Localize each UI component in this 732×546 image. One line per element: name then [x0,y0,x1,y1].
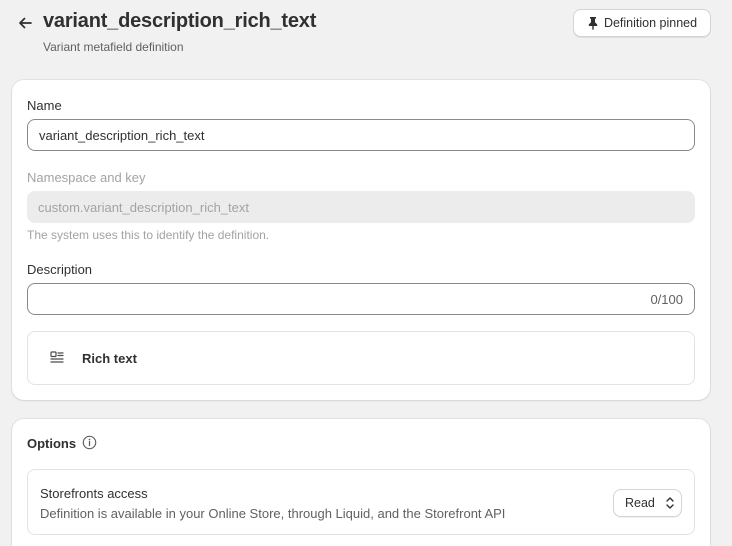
type-selector[interactable]: Rich text [27,331,695,385]
access-select-value: Read [625,496,655,510]
back-button[interactable] [14,12,36,34]
page-title: variant_description_rich_text [43,10,317,32]
info-icon[interactable] [82,435,97,450]
storefronts-access-title: Storefronts access [40,486,148,501]
rich-text-icon [50,351,64,363]
description-label: Description [27,262,93,277]
description-input[interactable]: 0/100 [27,283,695,315]
namespace-input: custom.variant_description_rich_text [27,191,695,223]
arrow-left-icon [19,17,32,29]
description-counter: 0/100 [650,292,683,307]
name-label: Name [27,98,62,113]
pin-button-label: Definition pinned [603,16,698,30]
storefronts-access-select[interactable]: Read [613,489,682,517]
pin-icon [588,17,598,30]
definition-pinned-button[interactable]: Definition pinned [573,9,711,37]
namespace-input-value: custom.variant_description_rich_text [38,199,249,215]
options-card: Options Storefronts access Definition is… [12,419,710,546]
page-subtitle: Variant metafield definition [43,40,184,54]
definition-card: Name variant_description_rich_text Names… [12,80,710,400]
type-label: Rich text [82,350,137,366]
options-title: Options [27,436,77,451]
storefronts-access-description: Definition is available in your Online S… [40,506,506,521]
storefronts-access-row: Storefronts access Definition is availab… [27,469,695,535]
namespace-help-text: The system uses this to identify the def… [27,228,270,242]
name-input[interactable]: variant_description_rich_text [27,119,695,151]
chevron-up-down-icon [666,497,674,509]
namespace-label: Namespace and key [27,170,146,185]
name-input-value: variant_description_rich_text [39,127,205,143]
